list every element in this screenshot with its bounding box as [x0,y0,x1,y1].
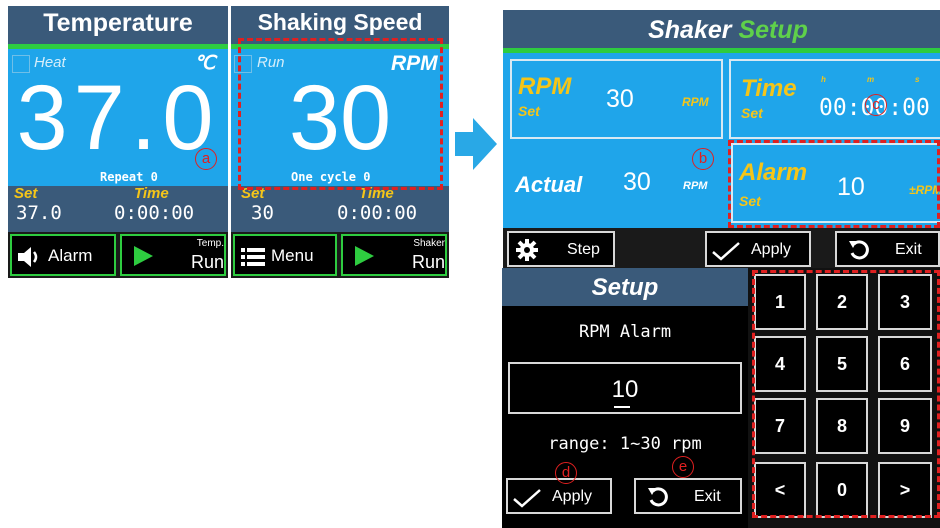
apply-button[interactable]: Apply [705,231,811,267]
time-seconds: 00 [902,95,930,121]
time-label: Time [134,185,169,202]
dialog-exit-label: Exit [694,488,721,505]
undo-icon [648,487,668,507]
alarm-highlight-box [728,140,940,228]
setup-dialog-title: Setup [591,274,659,301]
text-cursor [614,406,630,408]
time-set-label: Time [741,75,797,102]
rpm-set-sub: Set [518,103,540,119]
menu-label: Menu [271,246,314,265]
setup-dialog: Setup RPM Alarm 10 range: 1~30 rpm Apply… [502,268,748,528]
repeat-label: Repeat 0 [100,170,158,184]
callout-e: e [672,456,694,478]
rpm-set-value: 30 [606,85,634,113]
actual-value: 30 [623,168,651,196]
repeat-text: Repeat [100,170,144,184]
speaker-icon [18,247,38,267]
hours-caption: h [821,75,826,84]
shaker-setup-title: Shaker Setup [603,16,853,45]
exit-button[interactable]: Exit [835,231,940,267]
rpm-alarm-input-value: 10 [611,376,639,403]
timer-value: 0:00:00 [337,202,418,224]
checkmark-icon [712,242,740,261]
rpm-set-field[interactable]: RPM Set 30 RPM [510,59,723,139]
speed-highlight-box [238,38,443,190]
dialog-apply-label: Apply [552,488,593,505]
set-temperature-value: 37.0 [16,202,62,224]
shaker-setup-panel: Shaker Setup RPM Set 30 RPM Time Set h m… [503,10,940,268]
repeat-count: 0 [150,170,158,184]
title-setup: Setup [738,16,808,44]
gear-icon [516,239,538,261]
set-label: Set [14,185,38,202]
time-set-field[interactable]: Time Set h m s 00:00:00 [729,59,940,139]
rpm-set-label: RPM [518,73,572,100]
play-icon [355,246,374,266]
rpm-alarm-label: RPM Alarm [578,322,672,342]
dialog-apply-button[interactable]: Apply [506,478,612,514]
rpm-alarm-input[interactable]: 10 [508,362,742,414]
callout-d: d [555,462,577,484]
callout-b: b [692,148,714,170]
shaker-run-button[interactable]: Shaker Run [341,234,447,276]
play-icon [134,246,153,266]
rpm-set-unit: RPM [682,95,709,109]
shaker-run-bottom-label: Run [411,252,445,272]
temperature-value: 37.0 [16,67,220,169]
transition-arrow [455,118,497,170]
menu-button[interactable]: Menu [233,234,337,276]
alarm-label: Alarm [48,246,93,265]
callout-c: c [865,94,887,116]
temp-run-bottom-label: Run [190,252,224,272]
checkmark-icon [513,489,541,508]
shaker-run-top-label: Shaker [413,238,445,249]
speed-title: Shaking Speed [257,9,423,35]
temperature-panel: Temperature Heat ℃ 37.0 Repeat 0 Set Tim… [8,6,228,278]
temp-run-top-label: Temp. [196,238,224,249]
range-hint: range: 1~30 rpm [548,434,702,454]
timer-value: 0:00:00 [114,202,195,224]
seconds-caption: s [915,75,920,84]
alarm-button[interactable]: Alarm [10,234,116,276]
callout-a: a [195,148,217,170]
actual-unit: RPM [683,180,708,192]
actual-label: Actual [515,172,583,197]
header-divider [503,48,940,53]
dialog-exit-button[interactable]: Exit [634,478,742,514]
step-label: Step [567,241,600,258]
minutes-caption: m [867,75,875,84]
menu-list-icon [241,248,265,266]
undo-icon [849,240,869,260]
time-hours: 00 [819,95,847,121]
temperature-title: Temperature [43,9,193,37]
apply-label: Apply [751,241,792,258]
header-divider [8,44,228,49]
time-set-sub: Set [741,105,763,121]
set-speed-value: 30 [251,202,274,224]
exit-label: Exit [895,241,922,258]
temp-run-button[interactable]: Temp. Run [120,234,226,276]
step-button[interactable]: Step [507,231,615,267]
keypad-highlight-box [752,270,940,518]
title-shaker: Shaker [648,16,732,44]
